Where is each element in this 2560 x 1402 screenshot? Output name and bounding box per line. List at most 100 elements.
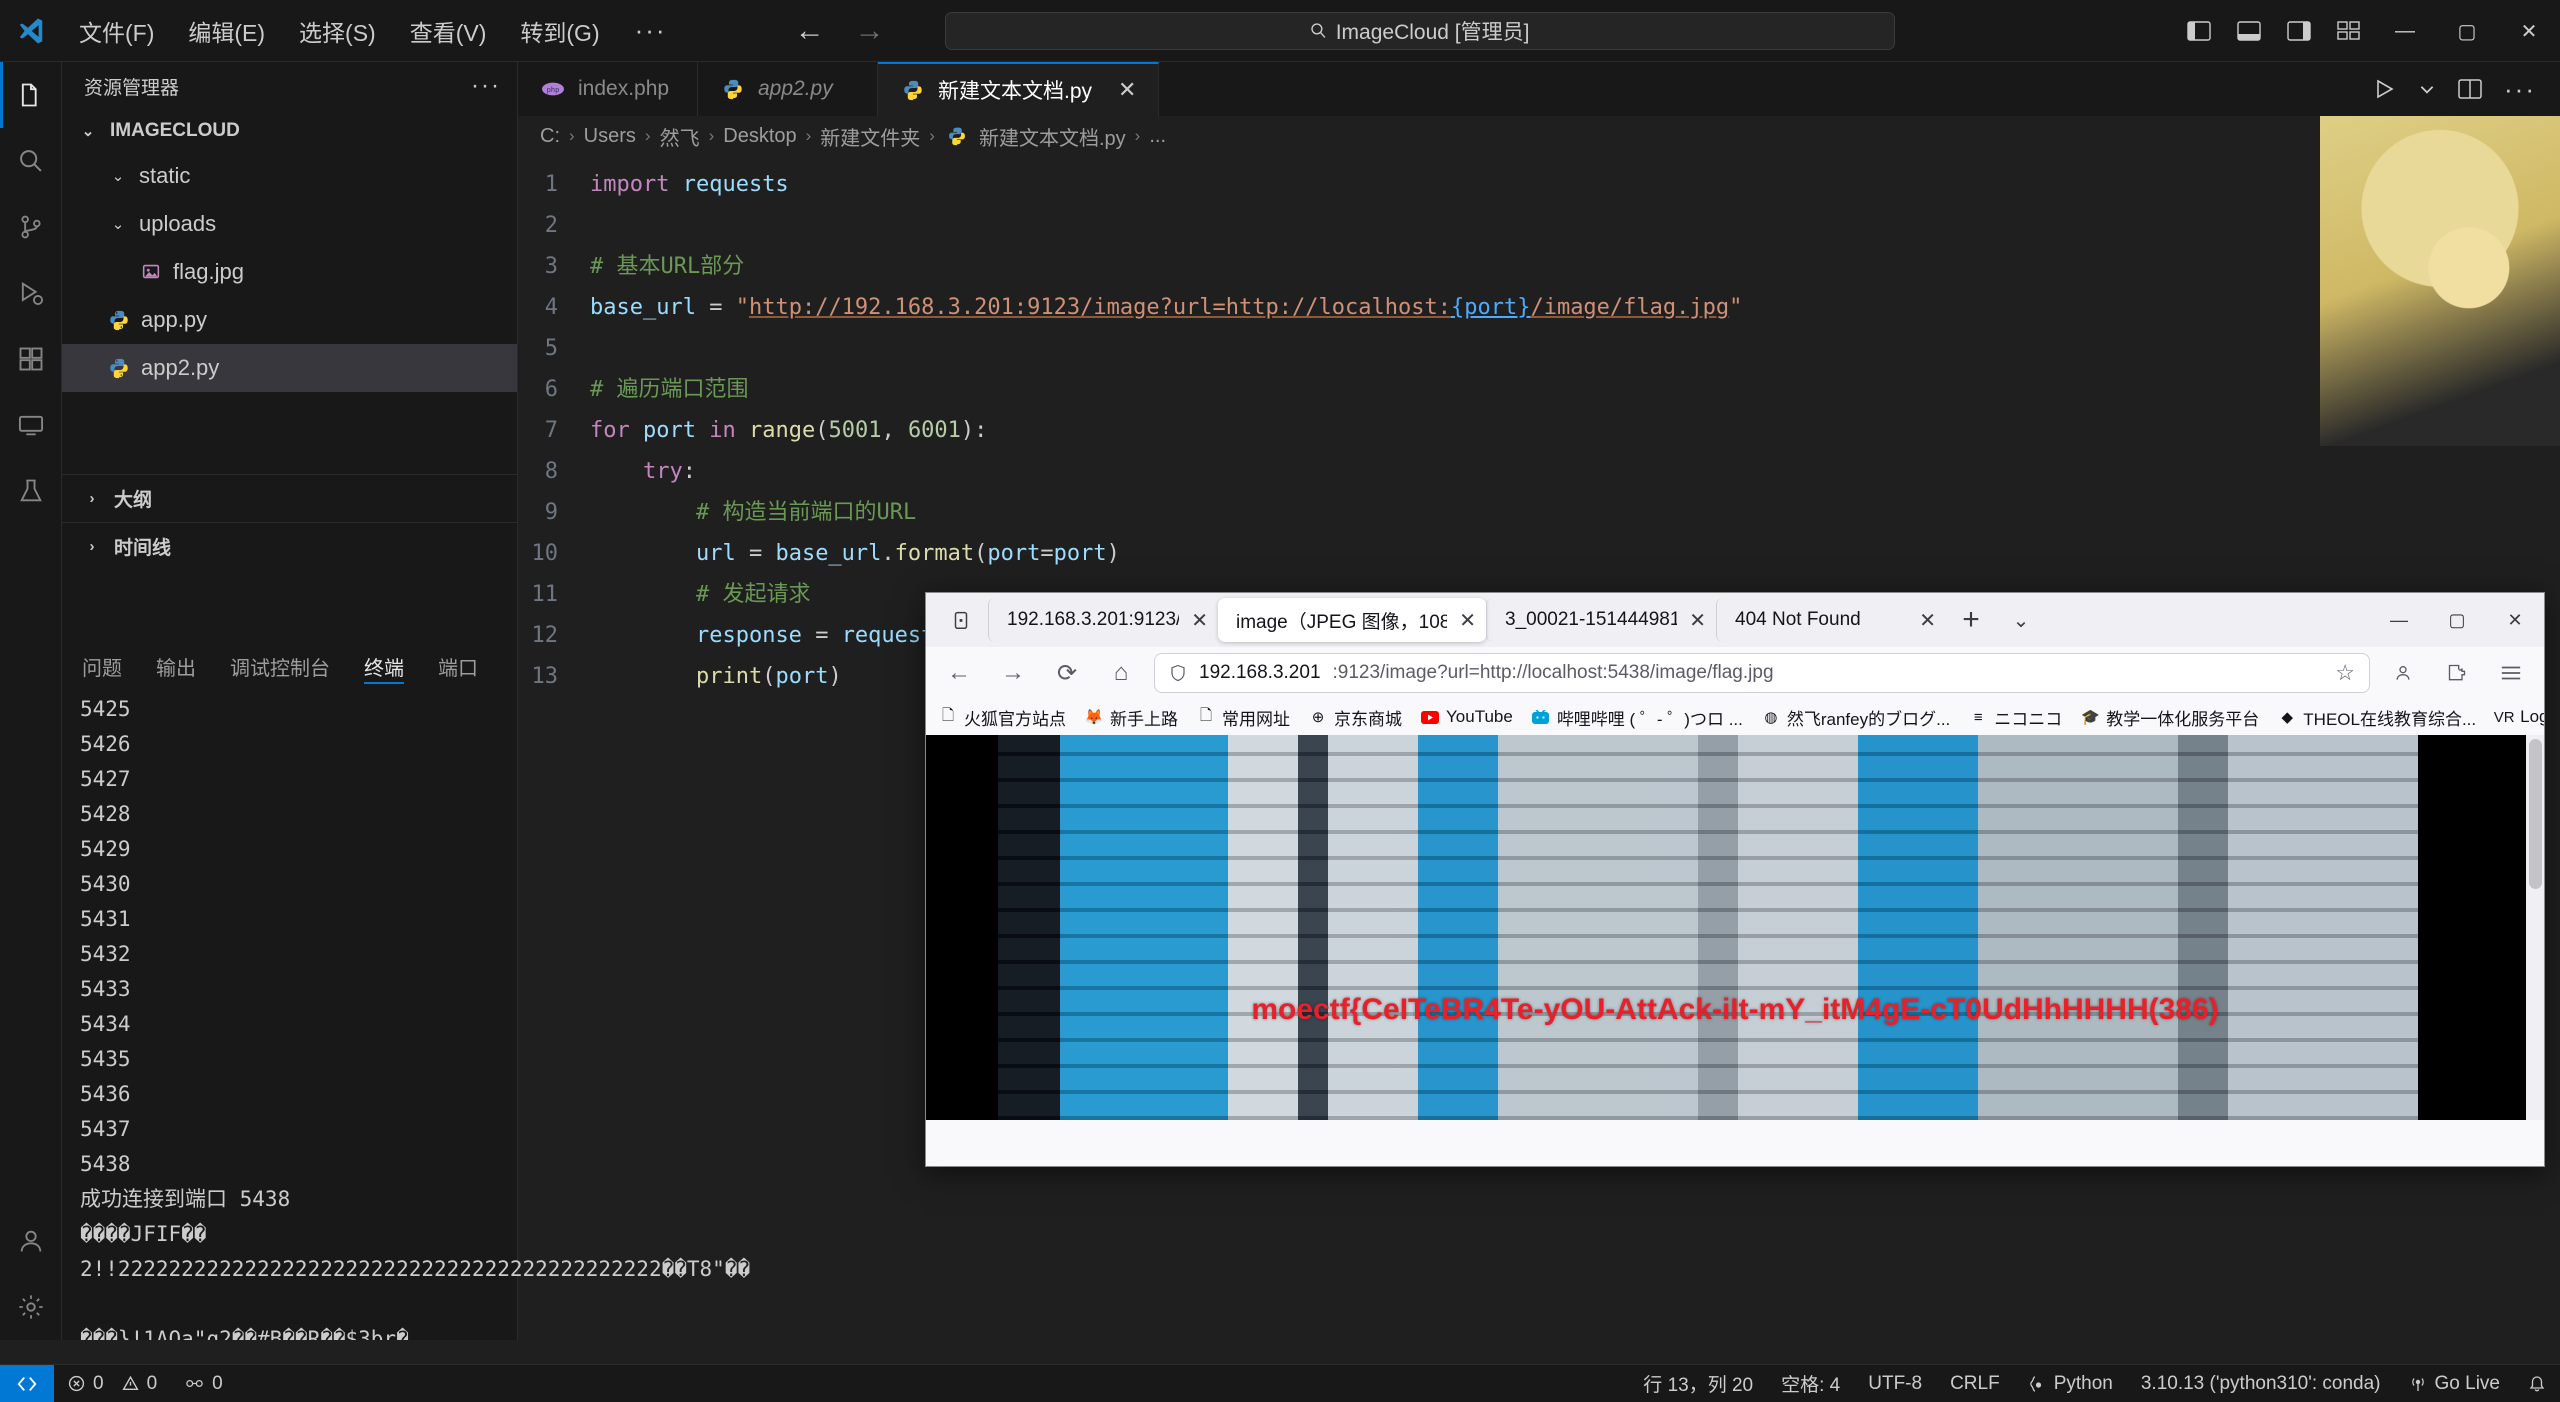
activitybar-search[interactable]: [0, 128, 62, 194]
toggle-secondary-sidebar-icon[interactable]: [2274, 0, 2324, 62]
customize-layout-icon[interactable]: [2324, 0, 2374, 62]
bookmark-huohu[interactable]: 🗋 火狐官方站点: [938, 705, 1066, 730]
menu-goto[interactable]: 转到(G): [503, 8, 616, 54]
firefox-minimize-button[interactable]: —: [2370, 593, 2428, 647]
firefox-close-button[interactable]: ✕: [2486, 593, 2544, 647]
activitybar-remote-explorer[interactable]: [0, 392, 62, 458]
breadcrumb-item-symbol[interactable]: ...: [1149, 125, 1166, 148]
code-text[interactable]: print(port): [590, 656, 842, 697]
bookmark-teaching-platform[interactable]: 🎓 教学一体化服务平台: [2080, 705, 2259, 730]
tree-item-app-py[interactable]: app.py: [62, 296, 517, 344]
bookmark-youtube[interactable]: YouTube: [1420, 707, 1513, 727]
firefox-reload-icon[interactable]: ⟳: [1046, 652, 1088, 694]
bookmark-ranfey-blog[interactable]: ◍ 然飞ranfey的ブログ...: [1761, 705, 1950, 730]
firefox-tab-3[interactable]: 404 Not Found ✕: [1716, 598, 1946, 642]
activitybar-source-control[interactable]: [0, 194, 62, 260]
firefox-tab-close-button[interactable]: ✕: [1191, 608, 1208, 633]
editor-tab-app2-py[interactable]: app2.py: [698, 62, 878, 116]
firefox-tab-0[interactable]: 192.168.3.201:9123/ ✕: [988, 598, 1218, 642]
window-minimize-button[interactable]: —: [2374, 0, 2436, 62]
code-text[interactable]: try:: [590, 451, 696, 492]
bookmark-common-sites[interactable]: 🗋 常用网址: [1196, 705, 1290, 730]
status-problems[interactable]: 0 0: [54, 1365, 171, 1402]
activitybar-explorer[interactable]: [0, 62, 62, 128]
firefox-tab-list-chevron-down-icon[interactable]: ⌄: [1996, 595, 2046, 645]
firefox-back-icon[interactable]: ←: [938, 652, 980, 694]
firefox-extensions-icon[interactable]: [2436, 652, 2478, 694]
activitybar-extensions[interactable]: [0, 326, 62, 392]
editor-more-actions-icon[interactable]: ···: [2504, 74, 2536, 105]
code-text[interactable]: base_url = "http://192.168.3.201:9123/im…: [590, 287, 1742, 328]
firefox-account-icon[interactable]: [2382, 652, 2424, 694]
status-go-live[interactable]: Go Live: [2395, 1365, 2514, 1402]
firefox-hamburger-menu-icon[interactable]: [2490, 652, 2532, 694]
status-notifications[interactable]: [2514, 1365, 2560, 1402]
menu-file[interactable]: 文件(F): [62, 8, 171, 54]
window-maximize-button[interactable]: ▢: [2436, 0, 2498, 62]
navigate-back-icon[interactable]: ←: [795, 15, 825, 46]
code-text[interactable]: import requests: [590, 164, 789, 205]
status-indentation[interactable]: 空格: 4: [1767, 1365, 1854, 1402]
sidebar-section-outline[interactable]: › 大纲: [62, 474, 517, 522]
shield-icon[interactable]: [1169, 664, 1187, 682]
window-close-button[interactable]: ✕: [2498, 0, 2560, 62]
code-text[interactable]: # 遍历端口范围: [590, 369, 749, 410]
panel-tab-debug-console[interactable]: 调试控制台: [230, 640, 330, 692]
status-eol[interactable]: CRLF: [1936, 1365, 2014, 1402]
firefox-tab-close-button[interactable]: ✕: [1689, 608, 1706, 633]
sidebar-section-timeline[interactable]: › 时间线: [62, 522, 517, 570]
toggle-primary-sidebar-icon[interactable]: [2174, 0, 2224, 62]
bookmark-bilibili[interactable]: 哔哩哔哩 ( ゜- ゜)つロ ...: [1531, 705, 1743, 730]
menu-selection[interactable]: 选择(S): [282, 8, 393, 54]
command-center[interactable]: ImageCloud [管理员]: [944, 11, 1895, 50]
firefox-forward-icon[interactable]: →: [992, 652, 1034, 694]
breadcrumb-item-users[interactable]: Users: [584, 125, 636, 148]
bookmark-star-icon[interactable]: ☆: [2335, 660, 2355, 686]
breadcrumb-item-desktop[interactable]: Desktop: [723, 125, 796, 148]
firefox-tab-1[interactable]: image（JPEG 图像，1080x1620 像 ✕: [1218, 598, 1486, 642]
status-ports[interactable]: 0: [171, 1365, 237, 1402]
firefox-home-icon[interactable]: ⌂: [1100, 652, 1142, 694]
breadcrumb-item-file[interactable]: 新建文本文档.py: [979, 122, 1126, 151]
editor-tab-new-text-document-py[interactable]: 新建文本文档.py ✕: [878, 62, 1160, 116]
menu-more-button[interactable]: ···: [617, 13, 685, 48]
code-text[interactable]: for port in range(5001, 6001):: [590, 410, 987, 451]
list-all-tabs-icon[interactable]: [934, 593, 988, 647]
split-editor-right-icon[interactable]: [2458, 78, 2482, 100]
activitybar-accounts[interactable]: [0, 1208, 62, 1274]
firefox-scrollbar-thumb[interactable]: [2529, 739, 2542, 889]
bookmark-theol[interactable]: ◆ THEOL在线教育综合...: [2277, 705, 2477, 730]
explorer-more-actions-button[interactable]: ···: [471, 72, 501, 100]
menu-edit[interactable]: 编辑(E): [171, 8, 282, 54]
remote-window-button[interactable]: [0, 1364, 54, 1402]
activitybar-run-debug[interactable]: [0, 260, 62, 326]
breadcrumb-item-user[interactable]: 然飞: [660, 122, 700, 151]
firefox-url-bar[interactable]: 192.168.3.201:9123/image?url=http://loca…: [1154, 653, 2370, 693]
breadcrumb-item-drive[interactable]: C:: [540, 125, 560, 148]
activitybar-settings[interactable]: [0, 1274, 62, 1340]
tree-item-uploads[interactable]: ⌄ uploads: [62, 200, 517, 248]
tree-item-flag-jpg[interactable]: flag.jpg: [62, 248, 517, 296]
status-encoding[interactable]: UTF-8: [1854, 1365, 1936, 1402]
bookmark-getting-started[interactable]: 🦊 新手上路: [1084, 705, 1178, 730]
firefox-scrollbar[interactable]: [2526, 735, 2544, 1120]
navigate-forward-icon[interactable]: →: [855, 15, 885, 46]
panel-tab-terminal[interactable]: 终端: [364, 640, 404, 692]
tree-item-static[interactable]: ⌄ static: [62, 152, 517, 200]
bookmark-jd[interactable]: ⊕ 京东商城: [1308, 705, 1402, 730]
firefox-maximize-button[interactable]: ▢: [2428, 593, 2486, 647]
code-text[interactable]: # 基本URL部分: [590, 246, 744, 287]
breadcrumb-item-folder[interactable]: 新建文件夹: [820, 122, 920, 151]
editor-tab-close-button[interactable]: ✕: [1118, 77, 1136, 103]
panel-tab-ports[interactable]: 端口: [438, 640, 478, 692]
firefox-tab-close-button[interactable]: ✕: [1919, 608, 1936, 633]
status-cursor-position[interactable]: 行 13，列 20: [1629, 1365, 1767, 1402]
code-text[interactable]: # 构造当前端口的URL: [590, 492, 916, 533]
toggle-panel-icon[interactable]: [2224, 0, 2274, 62]
panel-tab-problems[interactable]: 问题: [82, 640, 122, 692]
run-python-file-icon[interactable]: [2372, 77, 2396, 101]
chevron-down-icon[interactable]: [2418, 80, 2436, 98]
status-language-mode[interactable]: Python: [2014, 1365, 2127, 1402]
code-text[interactable]: # 发起请求: [590, 574, 811, 615]
activitybar-testing[interactable]: [0, 458, 62, 524]
